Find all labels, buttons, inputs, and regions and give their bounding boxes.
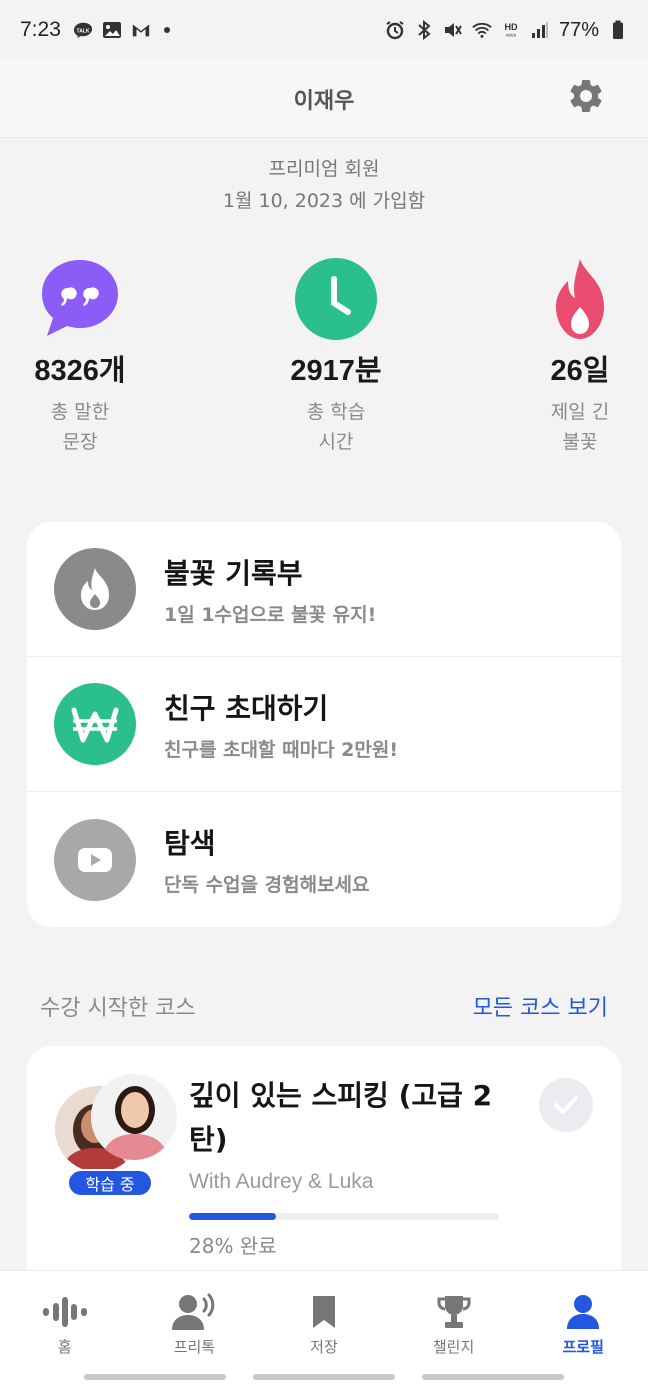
stat-label-line: 제일 긴 — [550, 401, 610, 423]
nav-freetalk[interactable]: 프리톡 — [130, 1271, 260, 1367]
menu-title: 탐색 — [164, 827, 216, 860]
wifi-icon — [472, 21, 492, 39]
complete-check-button[interactable] — [539, 1078, 593, 1132]
nav-label: 프로필 — [562, 1337, 604, 1356]
bottom-nav: 홈 프리톡 저장 챌린지 프로필 — [0, 1270, 648, 1390]
stat-label: 총 말한 문장 — [0, 397, 170, 457]
speaking-person-icon — [172, 1293, 215, 1330]
progress-fill — [189, 1213, 276, 1220]
status-bar: 7:23 TALK HD voice 77% — [0, 0, 648, 60]
bluetooth-icon — [414, 20, 434, 40]
instructor-avatars: 학습 중 — [55, 1074, 177, 1197]
mute-icon — [443, 21, 463, 39]
stat-label-line: 총 학습 — [306, 401, 366, 423]
stat-label-line: 불꽃 — [562, 431, 598, 453]
progress-bar — [189, 1213, 499, 1220]
menu-card: 불꽃 기록부 1일 1수업으로 불꽃 유지! 친구 초대하기 친구를 초대할 때… — [27, 522, 621, 927]
svg-text:voice: voice — [506, 32, 517, 37]
gesture-bar — [0, 1374, 648, 1380]
nav-profile[interactable]: 프로필 — [518, 1271, 648, 1367]
menu-title: 친구 초대하기 — [164, 691, 329, 725]
stat-label-line: 총 말한 — [50, 401, 110, 423]
profile-header: 이재우 — [0, 60, 648, 138]
stat-value: 26일 — [550, 355, 610, 387]
menu-subtitle: 단독 수업을 경험해보세요 — [164, 874, 370, 896]
menu-icon-circle — [54, 683, 136, 765]
talk-icon: TALK — [73, 21, 93, 39]
page-title: 이재우 — [293, 88, 355, 114]
stat-sentences: 8326개 총 말한 문장 — [0, 255, 170, 457]
course-instructors: With Audrey & Luka — [189, 1170, 374, 1193]
stat-study-time: 2917분 총 학습 시간 — [246, 255, 426, 457]
voice-wave-icon — [42, 1296, 87, 1327]
menu-subtitle: 1일 1수업으로 불꽃 유지! — [164, 603, 377, 626]
join-date: 1월 10, 2023 에 가입함 — [222, 190, 426, 212]
stat-value: 2917분 — [290, 355, 382, 387]
signal-icon — [530, 21, 550, 39]
hd-voice-icon: HD voice — [501, 21, 521, 39]
won-icon — [71, 707, 119, 743]
quote-bubble-icon — [42, 260, 118, 336]
flame-icon — [81, 568, 109, 610]
stat-label-line: 시간 — [318, 431, 354, 453]
menu-item-invite-friends[interactable]: 친구 초대하기 친구를 초대할 때마다 2만원! — [27, 657, 621, 792]
nav-label: 저장 — [310, 1337, 338, 1356]
stat-label: 제일 긴 불꽃 — [490, 397, 648, 457]
gear-icon — [570, 79, 602, 112]
nav-label: 홈 — [57, 1337, 72, 1356]
stat-label-line: 문장 — [62, 431, 98, 453]
stat-value: 8326개 — [34, 355, 126, 387]
learning-badge: 학습 중 — [67, 1169, 153, 1197]
nav-home[interactable]: 홈 — [0, 1271, 130, 1367]
stat-longest-streak: 26일 제일 긴 불꽃 — [490, 255, 648, 457]
course-title: 깊이 있는 스피킹 (고급 2탄) — [189, 1079, 493, 1156]
settings-button[interactable] — [564, 74, 608, 118]
check-icon — [554, 1096, 578, 1114]
nav-label: 프리톡 — [173, 1337, 216, 1356]
gallery-icon — [102, 21, 122, 39]
battery-icon — [608, 20, 628, 39]
menu-item-streak-record[interactable]: 불꽃 기록부 1일 1수업으로 불꽃 유지! — [27, 522, 621, 657]
gesture-segment — [422, 1374, 565, 1380]
avatar — [91, 1074, 177, 1160]
svg-text:HD: HD — [504, 22, 518, 32]
stat-label: 총 학습 시간 — [246, 397, 426, 457]
notification-dot — [163, 27, 170, 33]
gesture-segment — [83, 1374, 226, 1380]
battery-percent: 77% — [558, 18, 599, 41]
nav-challenge[interactable]: 챌린지 — [389, 1271, 519, 1367]
trophy-icon — [437, 1295, 471, 1328]
status-time: 7:23 — [20, 18, 61, 41]
menu-item-explore[interactable]: 탐색 단독 수업을 경험해보세요 — [27, 792, 621, 927]
gesture-segment — [252, 1374, 395, 1380]
stats-row: 8326개 총 말한 문장 2917분 총 학습 시간 26일 제일 긴 불꽃 — [0, 255, 648, 465]
menu-title: 불꽃 기록부 — [164, 556, 303, 590]
courses-header: 수강 시작한 코스 모든 코스 보기 — [40, 990, 608, 1022]
play-icon — [78, 847, 112, 872]
nav-label: 챌린지 — [432, 1337, 475, 1356]
bookmark-icon — [312, 1295, 335, 1328]
menu-icon-circle — [54, 818, 136, 901]
clock-icon — [295, 258, 377, 340]
flame-icon — [556, 259, 604, 339]
progress-text: 28% 완료 — [189, 1234, 277, 1258]
nav-saved[interactable]: 저장 — [259, 1271, 389, 1367]
section-title: 수강 시작한 코스 — [40, 996, 196, 1021]
menu-subtitle: 친구를 초대할 때마다 2만원! — [164, 738, 399, 761]
person-icon — [567, 1294, 600, 1329]
membership-info: 프리미엄 회원 1월 10, 2023 에 가입함 — [0, 153, 648, 217]
gmail-icon — [131, 21, 151, 39]
menu-icon-circle — [54, 548, 136, 630]
membership-tier: 프리미엄 회원 — [268, 158, 380, 180]
svg-text:TALK: TALK — [76, 28, 89, 34]
alarm-icon — [385, 21, 405, 40]
view-all-courses-link[interactable]: 모든 코스 보기 — [473, 990, 608, 1022]
